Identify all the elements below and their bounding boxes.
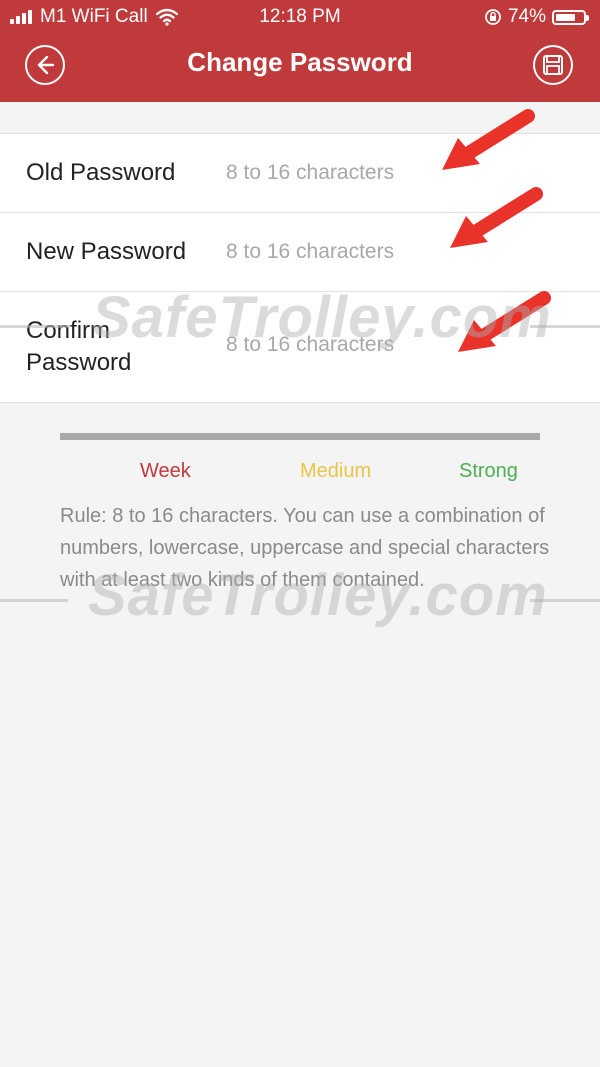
strength-weak-label: Week — [140, 460, 191, 482]
watermark-line — [0, 599, 68, 602]
annotation-arrow-icon — [450, 187, 543, 248]
strength-strong-label: Strong — [459, 460, 518, 482]
battery-icon — [552, 9, 589, 25]
strength-bar — [60, 433, 540, 440]
watermark-text: SafeTrolley.com — [88, 563, 548, 628]
battery-percent: 74% — [507, 6, 546, 27]
new-password-label: New Password — [26, 238, 187, 265]
app-header: M1 WiFi Call 12:18 PM 74% Change Passwor… — [0, 0, 600, 102]
annotation-arrow-icon — [442, 109, 535, 170]
save-icon[interactable] — [532, 44, 574, 86]
old-password-label: Old Password — [26, 159, 176, 186]
watermark-text: SafeTrolley.com — [92, 285, 552, 350]
watermark-line — [0, 325, 70, 328]
status-right: 74% — [484, 6, 589, 28]
status-bar: M1 WiFi Call 12:18 PM 74% — [0, 0, 600, 34]
page-title: Change Password — [187, 47, 413, 77]
password-strength-meter: Week Medium Strong — [60, 433, 540, 482]
orientation-lock-icon — [485, 9, 501, 25]
strength-levels: Week Medium Strong — [60, 440, 540, 482]
nav-bar: Change Password — [0, 34, 600, 102]
strength-medium-label: Medium — [300, 460, 372, 482]
